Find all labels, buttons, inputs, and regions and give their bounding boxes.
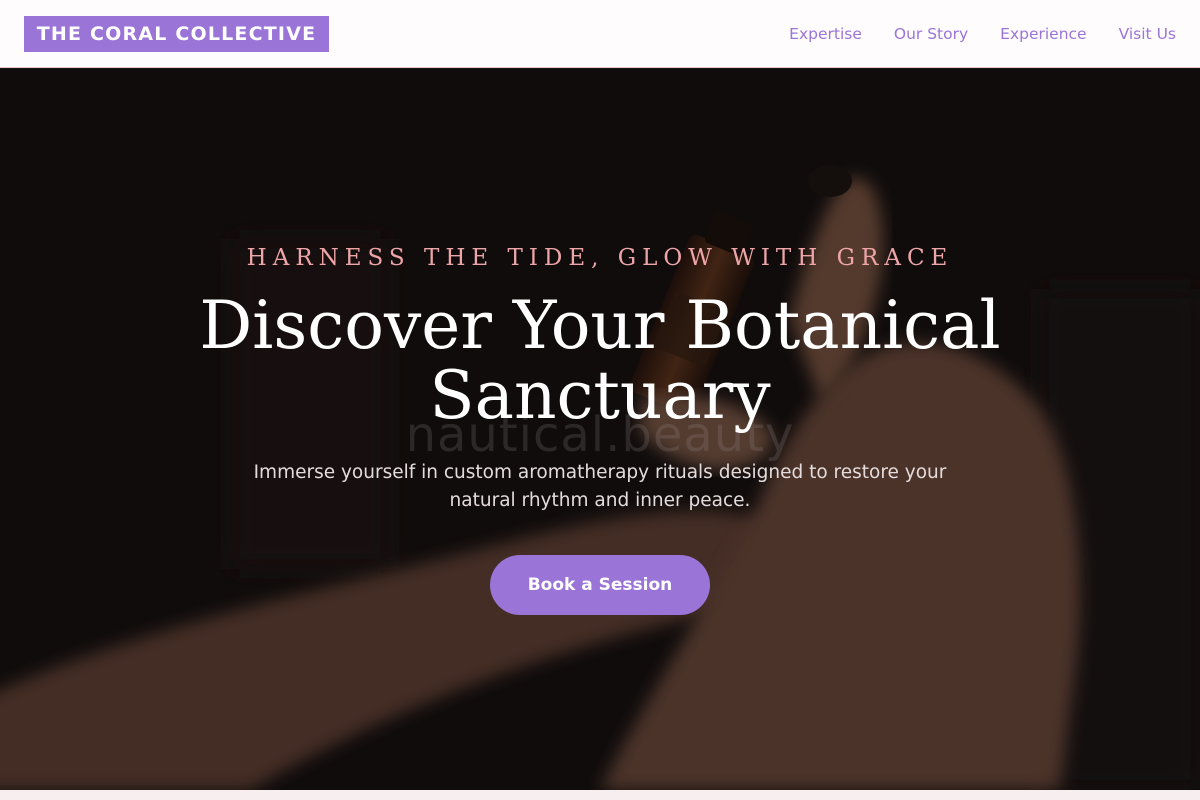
main-nav: Expertise Our Story Experience Visit Us — [789, 0, 1176, 68]
book-session-button[interactable]: Book a Session — [490, 555, 710, 615]
hero-headline: Discover Your Botanical Sanctuary — [199, 287, 1001, 434]
nav-link-experience[interactable]: Experience — [1000, 25, 1086, 43]
site-header: THE CORAL COLLECTIVE Expertise Our Story… — [0, 0, 1200, 68]
nav-link-our-story[interactable]: Our Story — [894, 25, 968, 43]
page-bottom-strip — [0, 790, 1200, 800]
hero-subtext: Immerse yourself in custom aromatherapy … — [253, 462, 947, 511]
hero-tagline: HARNESS THE TIDE, GLOW WITH GRACE — [246, 245, 954, 271]
hero-section: nautical.beauty HARNESS THE TIDE, GLOW W… — [0, 69, 1200, 790]
nav-link-visit-us[interactable]: Visit Us — [1119, 25, 1176, 43]
brand-logo[interactable]: THE CORAL COLLECTIVE — [24, 16, 329, 52]
nav-link-expertise[interactable]: Expertise — [789, 25, 862, 43]
